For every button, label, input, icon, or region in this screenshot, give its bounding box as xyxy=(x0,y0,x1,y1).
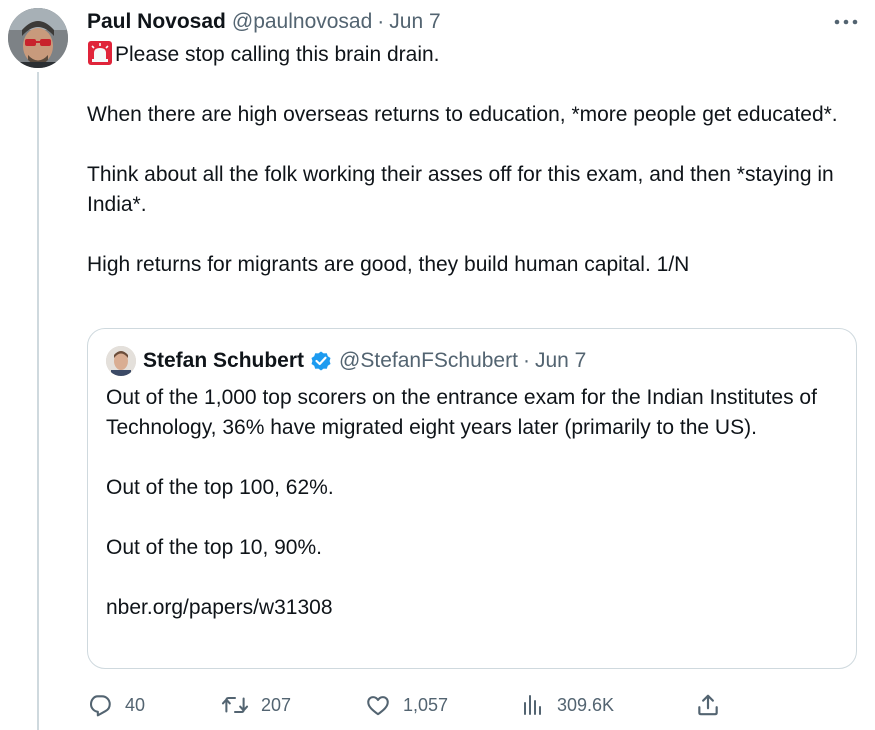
quoted-author-avatar[interactable] xyxy=(106,346,136,376)
author-name[interactable]: Paul Novosad xyxy=(87,10,226,34)
quoted-tweet-text: Out of the 1,000 top scorers on the entr… xyxy=(106,383,841,623)
more-options-icon xyxy=(834,19,858,25)
quoted-tweet-header: Stefan Schubert @StefanFSchubert · Jun 7 xyxy=(143,347,586,375)
tweet-text: Please stop calling this brain drain. Wh… xyxy=(87,40,847,280)
thread-line xyxy=(37,72,39,730)
retweet-button[interactable]: 207 xyxy=(221,688,291,722)
author-handle[interactable]: @paulnovosad xyxy=(232,10,372,34)
tweet-line-2: When there are high overseas returns to … xyxy=(87,103,838,126)
tweet-line-1: Please stop calling this brain drain. xyxy=(87,40,847,70)
quoted-tweet-card[interactable]: Stefan Schubert @StefanFSchubert · Jun 7… xyxy=(87,328,857,669)
quoted-author-handle[interactable]: @StefanFSchubert xyxy=(339,349,518,373)
retweet-icon xyxy=(221,696,249,714)
like-count: 1,057 xyxy=(403,694,449,715)
more-options-button[interactable] xyxy=(831,10,861,34)
quoted-line-2: Out of the top 100, 62%. xyxy=(106,476,334,499)
like-icon xyxy=(367,696,389,716)
quoted-link[interactable]: nber.org/papers/w31308 xyxy=(106,593,841,623)
reply-button[interactable]: 40 xyxy=(87,688,145,722)
quoted-separator-dot: · xyxy=(522,349,530,372)
quoted-author-avatar-image xyxy=(106,346,136,376)
tweet-date[interactable]: Jun 7 xyxy=(389,10,440,34)
police-car-light-icon xyxy=(88,41,112,65)
quoted-line-3: Out of the top 10, 90%. xyxy=(106,536,322,559)
retweet-count: 207 xyxy=(261,694,292,715)
share-icon xyxy=(698,694,718,716)
views-icon xyxy=(524,695,541,715)
author-avatar[interactable] xyxy=(8,8,68,68)
tweet-line-1-text: Please stop calling this brain drain. xyxy=(115,43,440,66)
quoted-tweet-date[interactable]: Jun 7 xyxy=(535,349,586,373)
separator-dot: · xyxy=(377,10,385,33)
views-button[interactable]: 309.6K xyxy=(521,688,614,722)
reply-icon xyxy=(89,695,111,717)
author-avatar-image xyxy=(8,8,68,68)
like-button[interactable]: 1,057 xyxy=(365,688,448,722)
quoted-line-1: Out of the 1,000 top scorers on the entr… xyxy=(106,386,817,439)
tweet-line-4: High returns for migrants are good, they… xyxy=(87,253,690,276)
verified-badge-icon xyxy=(311,351,331,371)
views-count: 309.6K xyxy=(557,694,615,715)
tweet-line-3: Think about all the folk working their a… xyxy=(87,163,834,216)
quoted-author-name[interactable]: Stefan Schubert xyxy=(143,349,304,373)
reply-count: 40 xyxy=(125,694,146,715)
tweet-actions-bar: 40 207 1,057 309.6K xyxy=(87,688,827,722)
share-button[interactable] xyxy=(695,688,721,722)
tweet-header: Paul Novosad @paulnovosad · Jun 7 xyxy=(87,8,441,36)
